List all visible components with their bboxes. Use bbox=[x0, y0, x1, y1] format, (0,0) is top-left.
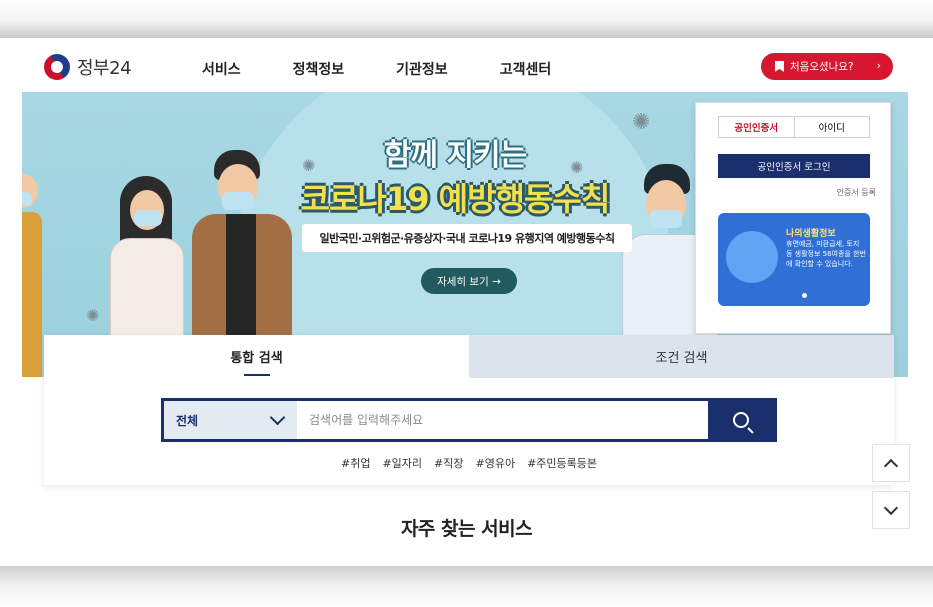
section-title: 자주 찾는 서비스 bbox=[400, 518, 533, 540]
carousel-dot[interactable] bbox=[802, 293, 807, 298]
search-scope-select[interactable]: 전체 bbox=[164, 401, 297, 439]
tab-integrated-search[interactable]: 통합 검색 bbox=[44, 335, 469, 378]
life-info-description: 휴면예금, 미환급세, 토지 등 생활정보 56여종을 한번에 확인할 수 있습… bbox=[786, 240, 866, 268]
bookmark-icon bbox=[775, 61, 784, 72]
popular-hashtags: #취업 #일자리 #직장 #영유아 #주민등록등본 bbox=[44, 455, 894, 471]
logo-text: 정부24 bbox=[77, 58, 132, 79]
search-card: 통합 검색 조건 검색 전체 #취업 #일자리 #직장 #영유아 #주민등록등본 bbox=[44, 335, 894, 485]
top-shadow bbox=[0, 0, 933, 38]
search-scope-value: 전체 bbox=[176, 413, 199, 428]
certificate-register-link[interactable]: 인증서 등록 bbox=[837, 187, 876, 198]
nav-item-agency-info[interactable]: 기관정보 bbox=[396, 59, 448, 79]
first-visit-label: 처음오셨나요? bbox=[790, 61, 854, 73]
tab-certificate[interactable]: 공인인증서 bbox=[719, 117, 795, 137]
life-info-card[interactable]: 나의생활정보 휴면예금, 미환급세, 토지 등 생활정보 56여종을 한번에 확… bbox=[718, 213, 870, 306]
first-visit-button[interactable]: 처음오셨나요? › bbox=[761, 53, 893, 80]
logo[interactable]: 정부24 bbox=[39, 49, 132, 85]
nav-item-customer-center[interactable]: 고객센터 bbox=[500, 59, 552, 79]
banner-subtitle: 일반국민·고위험군·유증상자·국내 코로나19 유행지역 예방행동수칙 bbox=[302, 224, 632, 252]
hashtag-link[interactable]: #주민등록등본 bbox=[527, 455, 597, 471]
tab-condition-search[interactable]: 조건 검색 bbox=[469, 335, 894, 378]
page: 정부24 서비스 정책정보 기관정보 고객센터 처음오셨나요? › ✺ ✺ ✺ … bbox=[6, 38, 927, 566]
hashtag-link[interactable]: #일자리 bbox=[382, 455, 422, 471]
search-button[interactable] bbox=[708, 401, 774, 439]
life-info-title: 나의생활정보 bbox=[786, 229, 836, 239]
taegeuk-logo-icon bbox=[39, 49, 75, 85]
scroll-up-button[interactable] bbox=[872, 444, 910, 482]
chevron-up-icon bbox=[883, 458, 899, 473]
nav-item-service[interactable]: 서비스 bbox=[202, 59, 241, 79]
main-nav: 서비스 정책정보 기관정보 고객센터 bbox=[202, 59, 603, 79]
scroll-down-button[interactable] bbox=[872, 491, 910, 529]
hashtag-link[interactable]: #영유아 bbox=[476, 455, 516, 471]
hashtag-link[interactable]: #취업 bbox=[341, 455, 370, 471]
login-panel: 공인인증서 아이디 공인인증서 로그인 인증서 등록 나의생활정보 휴면예금, … bbox=[695, 102, 891, 334]
hashtag-link[interactable]: #직장 bbox=[434, 455, 463, 471]
tab-id[interactable]: 아이디 bbox=[795, 117, 870, 137]
header: 정부24 서비스 정책정보 기관정보 고객센터 처음오셨나요? › bbox=[6, 38, 927, 92]
search-bar: 전체 bbox=[161, 398, 777, 442]
life-info-illustration-icon bbox=[726, 231, 778, 283]
chevron-right-icon: › bbox=[876, 59, 881, 72]
bottom-shadow bbox=[0, 566, 933, 607]
certificate-login-button[interactable]: 공인인증서 로그인 bbox=[718, 154, 870, 178]
detail-button[interactable]: 자세히 보기 → bbox=[421, 268, 517, 294]
search-input[interactable] bbox=[297, 401, 708, 439]
chevron-down-icon bbox=[883, 500, 899, 515]
virus-icon: ✺ bbox=[86, 306, 100, 325]
nav-item-policy-info[interactable]: 정책정보 bbox=[293, 59, 345, 79]
search-icon bbox=[733, 412, 749, 428]
login-tabs: 공인인증서 아이디 bbox=[718, 116, 870, 138]
chevron-down-icon bbox=[269, 409, 286, 425]
